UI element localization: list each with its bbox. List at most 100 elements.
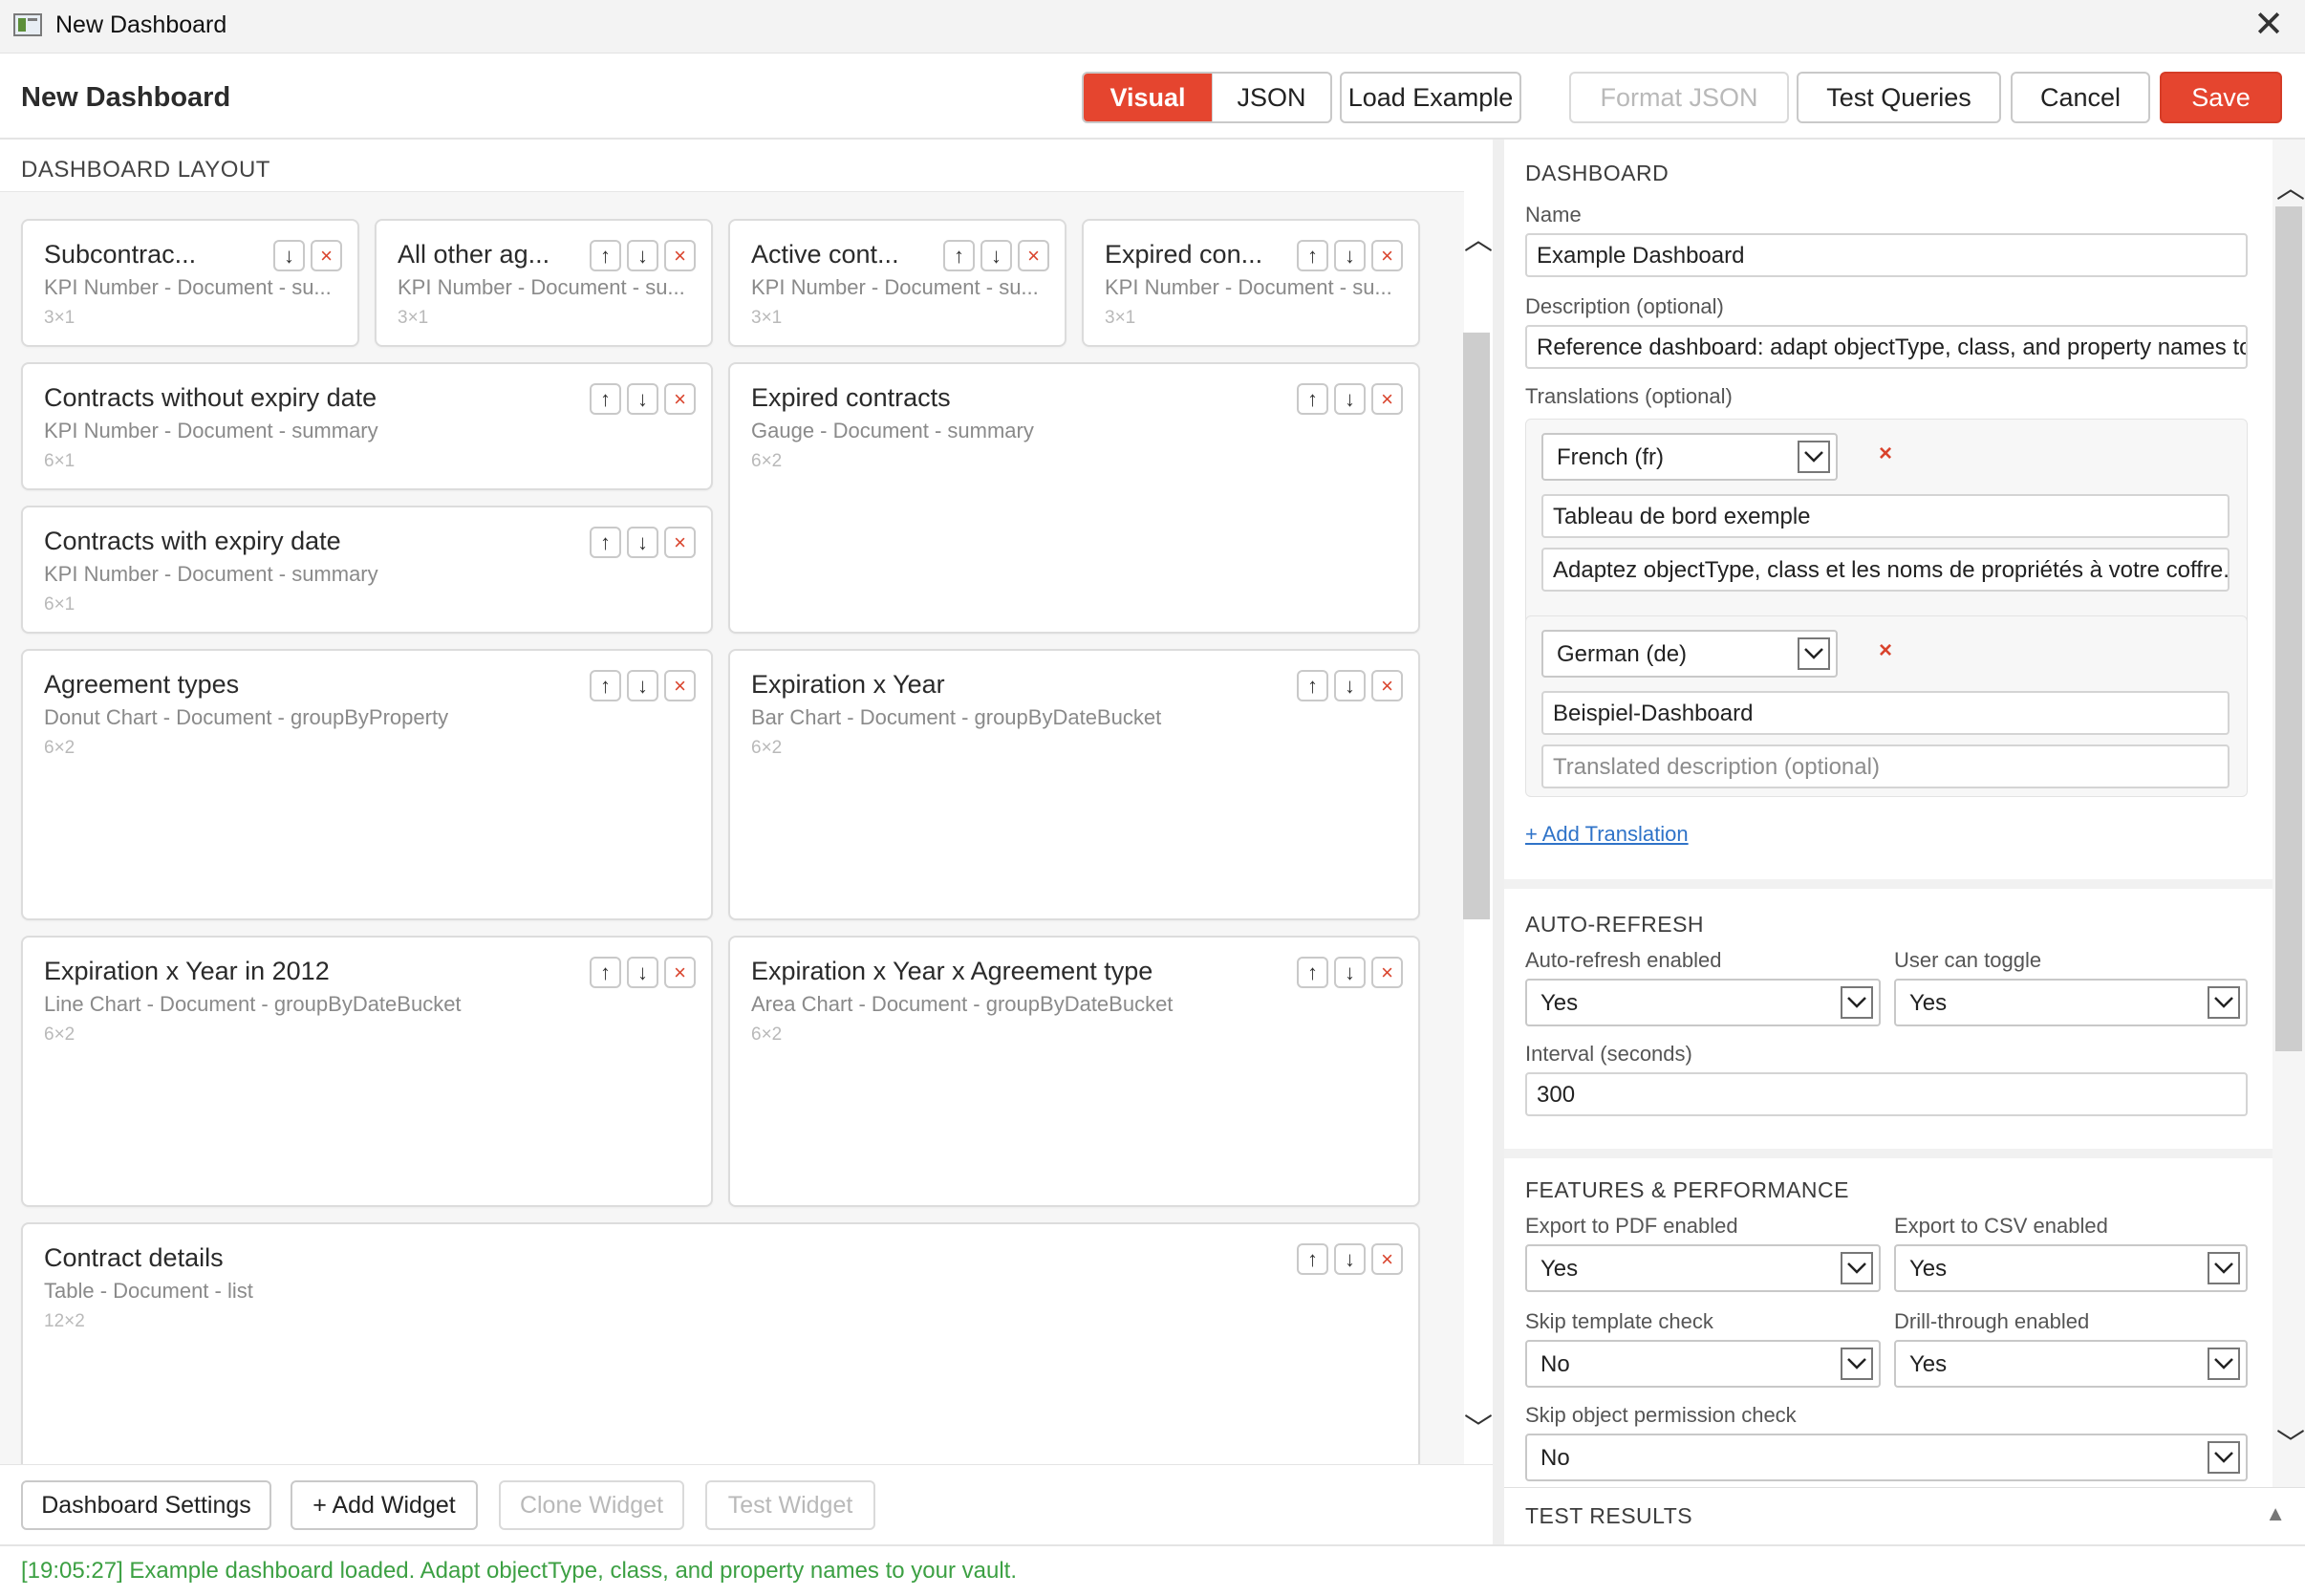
name-label: Name — [1525, 203, 1582, 226]
translation-description-input[interactable]: Translated description (optional) — [1541, 744, 2230, 788]
widget-card[interactable]: Contracts with expiry date KPI Number - … — [21, 506, 713, 634]
scroll-down-icon[interactable]: ﹀ — [2276, 1420, 2305, 1462]
remove-icon[interactable]: × — [664, 957, 696, 988]
move-down-icon[interactable]: ↓ — [627, 527, 658, 558]
remove-icon[interactable]: × — [1371, 957, 1403, 988]
name-input[interactable]: Example Dashboard — [1525, 233, 2248, 277]
layout-scrollbar[interactable]: ︿ ﹀ — [1462, 208, 1493, 1451]
remove-translation-icon[interactable]: × — [1879, 441, 1892, 467]
move-down-icon[interactable]: ↓ — [627, 240, 658, 271]
remove-icon[interactable]: × — [1018, 240, 1049, 271]
translation-title-input[interactable]: Tableau de bord exemple — [1541, 494, 2230, 538]
move-down-icon[interactable]: ↓ — [980, 240, 1012, 271]
move-up-icon[interactable]: ↑ — [1297, 670, 1328, 701]
move-up-icon[interactable]: ↑ — [590, 383, 621, 415]
remove-icon[interactable]: × — [1371, 383, 1403, 415]
remove-icon[interactable]: × — [664, 670, 696, 701]
scroll-up-icon[interactable]: ︿ — [1464, 216, 1493, 258]
widget-size: 12×2 — [44, 1311, 85, 1331]
export-pdf-label: Export to PDF enabled — [1525, 1214, 1738, 1238]
skip-template-value: No — [1540, 1351, 1570, 1377]
move-down-icon[interactable]: ↓ — [1334, 240, 1366, 271]
move-up-icon[interactable]: ↑ — [1297, 240, 1328, 271]
move-up-icon[interactable]: ↑ — [590, 670, 621, 701]
widget-card[interactable]: Expired contracts Gauge - Document - sum… — [728, 362, 1420, 634]
move-down-icon[interactable]: ↓ — [627, 383, 658, 415]
widget-card[interactable]: Expiration x Year Bar Chart - Document -… — [728, 649, 1420, 920]
widget-card[interactable]: Expiration x Year x Agreement type Area … — [728, 936, 1420, 1207]
settings-scrollbar[interactable]: ︿ ﹀ — [2273, 140, 2305, 1487]
widget-card[interactable]: Agreement types Donut Chart - Document -… — [21, 649, 713, 920]
scroll-down-icon[interactable]: ﹀ — [1464, 1405, 1493, 1447]
expand-icon[interactable]: ▲ — [2265, 1501, 2286, 1526]
scroll-thumb[interactable] — [1463, 333, 1490, 919]
add-translation-link[interactable]: + Add Translation — [1525, 822, 1689, 847]
move-up-icon[interactable]: ↑ — [1297, 1243, 1328, 1275]
skip-permission-select[interactable]: No — [1525, 1434, 2248, 1481]
translation-title-input[interactable]: Beispiel-Dashboard — [1541, 691, 2230, 735]
status-bar: [19:05:27] Example dashboard loaded. Ada… — [0, 1544, 2305, 1596]
widget-card[interactable]: All other ag... KPI Number - Document - … — [375, 219, 713, 347]
remove-icon[interactable]: × — [1371, 240, 1403, 271]
save-button[interactable]: Save — [2160, 72, 2282, 123]
move-up-icon[interactable]: ↑ — [590, 957, 621, 988]
test-results-panel[interactable]: TEST RESULTS ▲ — [1504, 1487, 2305, 1544]
widget-card[interactable]: Expired con... KPI Number - Document - s… — [1082, 219, 1420, 347]
remove-icon[interactable]: × — [664, 527, 696, 558]
move-down-icon[interactable]: ↓ — [627, 670, 658, 701]
move-up-icon[interactable]: ↑ — [1297, 383, 1328, 415]
interval-input[interactable]: 300 — [1525, 1072, 2248, 1116]
dashboard-settings-button[interactable]: Dashboard Settings — [21, 1480, 271, 1530]
remove-icon[interactable]: × — [664, 383, 696, 415]
export-pdf-select[interactable]: Yes — [1525, 1244, 1881, 1292]
move-down-icon[interactable]: ↓ — [273, 240, 305, 271]
auto-refresh-enabled-select[interactable]: Yes — [1525, 979, 1881, 1026]
load-example-button[interactable]: Load Example — [1340, 72, 1521, 123]
format-json-button[interactable]: Format JSON — [1569, 72, 1789, 123]
drill-through-select[interactable]: Yes — [1894, 1340, 2248, 1388]
widget-card[interactable]: Contracts without expiry date KPI Number… — [21, 362, 713, 490]
language-select[interactable]: German (de) — [1541, 630, 1838, 678]
test-results-heading: TEST RESULTS — [1525, 1503, 1693, 1528]
widget-card[interactable]: Active cont... KPI Number - Document - s… — [728, 219, 1066, 347]
scroll-thumb[interactable] — [2275, 206, 2302, 1051]
widget-size: 3×1 — [1105, 308, 1136, 328]
test-widget-button[interactable]: Test Widget — [705, 1480, 875, 1530]
widget-card[interactable]: Subcontrac... KPI Number - Document - su… — [21, 219, 359, 347]
move-up-icon[interactable]: ↑ — [590, 240, 621, 271]
tab-json[interactable]: JSON — [1212, 74, 1330, 121]
panel-divider[interactable] — [1493, 140, 1504, 1544]
move-down-icon[interactable]: ↓ — [1334, 1243, 1366, 1275]
export-csv-select[interactable]: Yes — [1894, 1244, 2248, 1292]
widget-card[interactable]: Expiration x Year in 2012 Line Chart - D… — [21, 936, 713, 1207]
scroll-up-icon[interactable]: ︿ — [2276, 164, 2305, 206]
language-select[interactable]: French (fr) — [1541, 433, 1838, 481]
remove-icon[interactable]: × — [311, 240, 342, 271]
widget-size: 6×1 — [44, 594, 75, 615]
remove-icon[interactable]: × — [1371, 670, 1403, 701]
move-down-icon[interactable]: ↓ — [1334, 383, 1366, 415]
move-down-icon[interactable]: ↓ — [1334, 670, 1366, 701]
remove-translation-icon[interactable]: × — [1879, 637, 1892, 664]
skip-template-select[interactable]: No — [1525, 1340, 1881, 1388]
remove-icon[interactable]: × — [1371, 1243, 1403, 1275]
auto-refresh-enabled-value: Yes — [1540, 990, 1579, 1016]
remove-icon[interactable]: × — [664, 240, 696, 271]
move-up-icon[interactable]: ↑ — [1297, 957, 1328, 988]
close-icon[interactable]: ✕ — [2253, 4, 2284, 46]
move-down-icon[interactable]: ↓ — [627, 957, 658, 988]
cancel-button[interactable]: Cancel — [2011, 72, 2150, 123]
widget-card[interactable]: Contract details Table - Document - list… — [21, 1222, 1420, 1464]
description-input[interactable]: Reference dashboard: adapt objectType, c… — [1525, 325, 2248, 369]
widget-subtitle: Donut Chart - Document - groupByProperty — [44, 705, 449, 729]
move-up-icon[interactable]: ↑ — [590, 527, 621, 558]
tab-visual[interactable]: Visual — [1084, 74, 1212, 121]
test-queries-button[interactable]: Test Queries — [1797, 72, 2001, 123]
widget-subtitle: KPI Number - Document - su... — [1105, 275, 1392, 299]
translation-description-input[interactable]: Adaptez objectType, class et les noms de… — [1541, 548, 2230, 592]
move-up-icon[interactable]: ↑ — [943, 240, 975, 271]
move-down-icon[interactable]: ↓ — [1334, 957, 1366, 988]
user-can-toggle-select[interactable]: Yes — [1894, 979, 2248, 1026]
add-widget-button[interactable]: + Add Widget — [291, 1480, 478, 1530]
clone-widget-button[interactable]: Clone Widget — [499, 1480, 684, 1530]
